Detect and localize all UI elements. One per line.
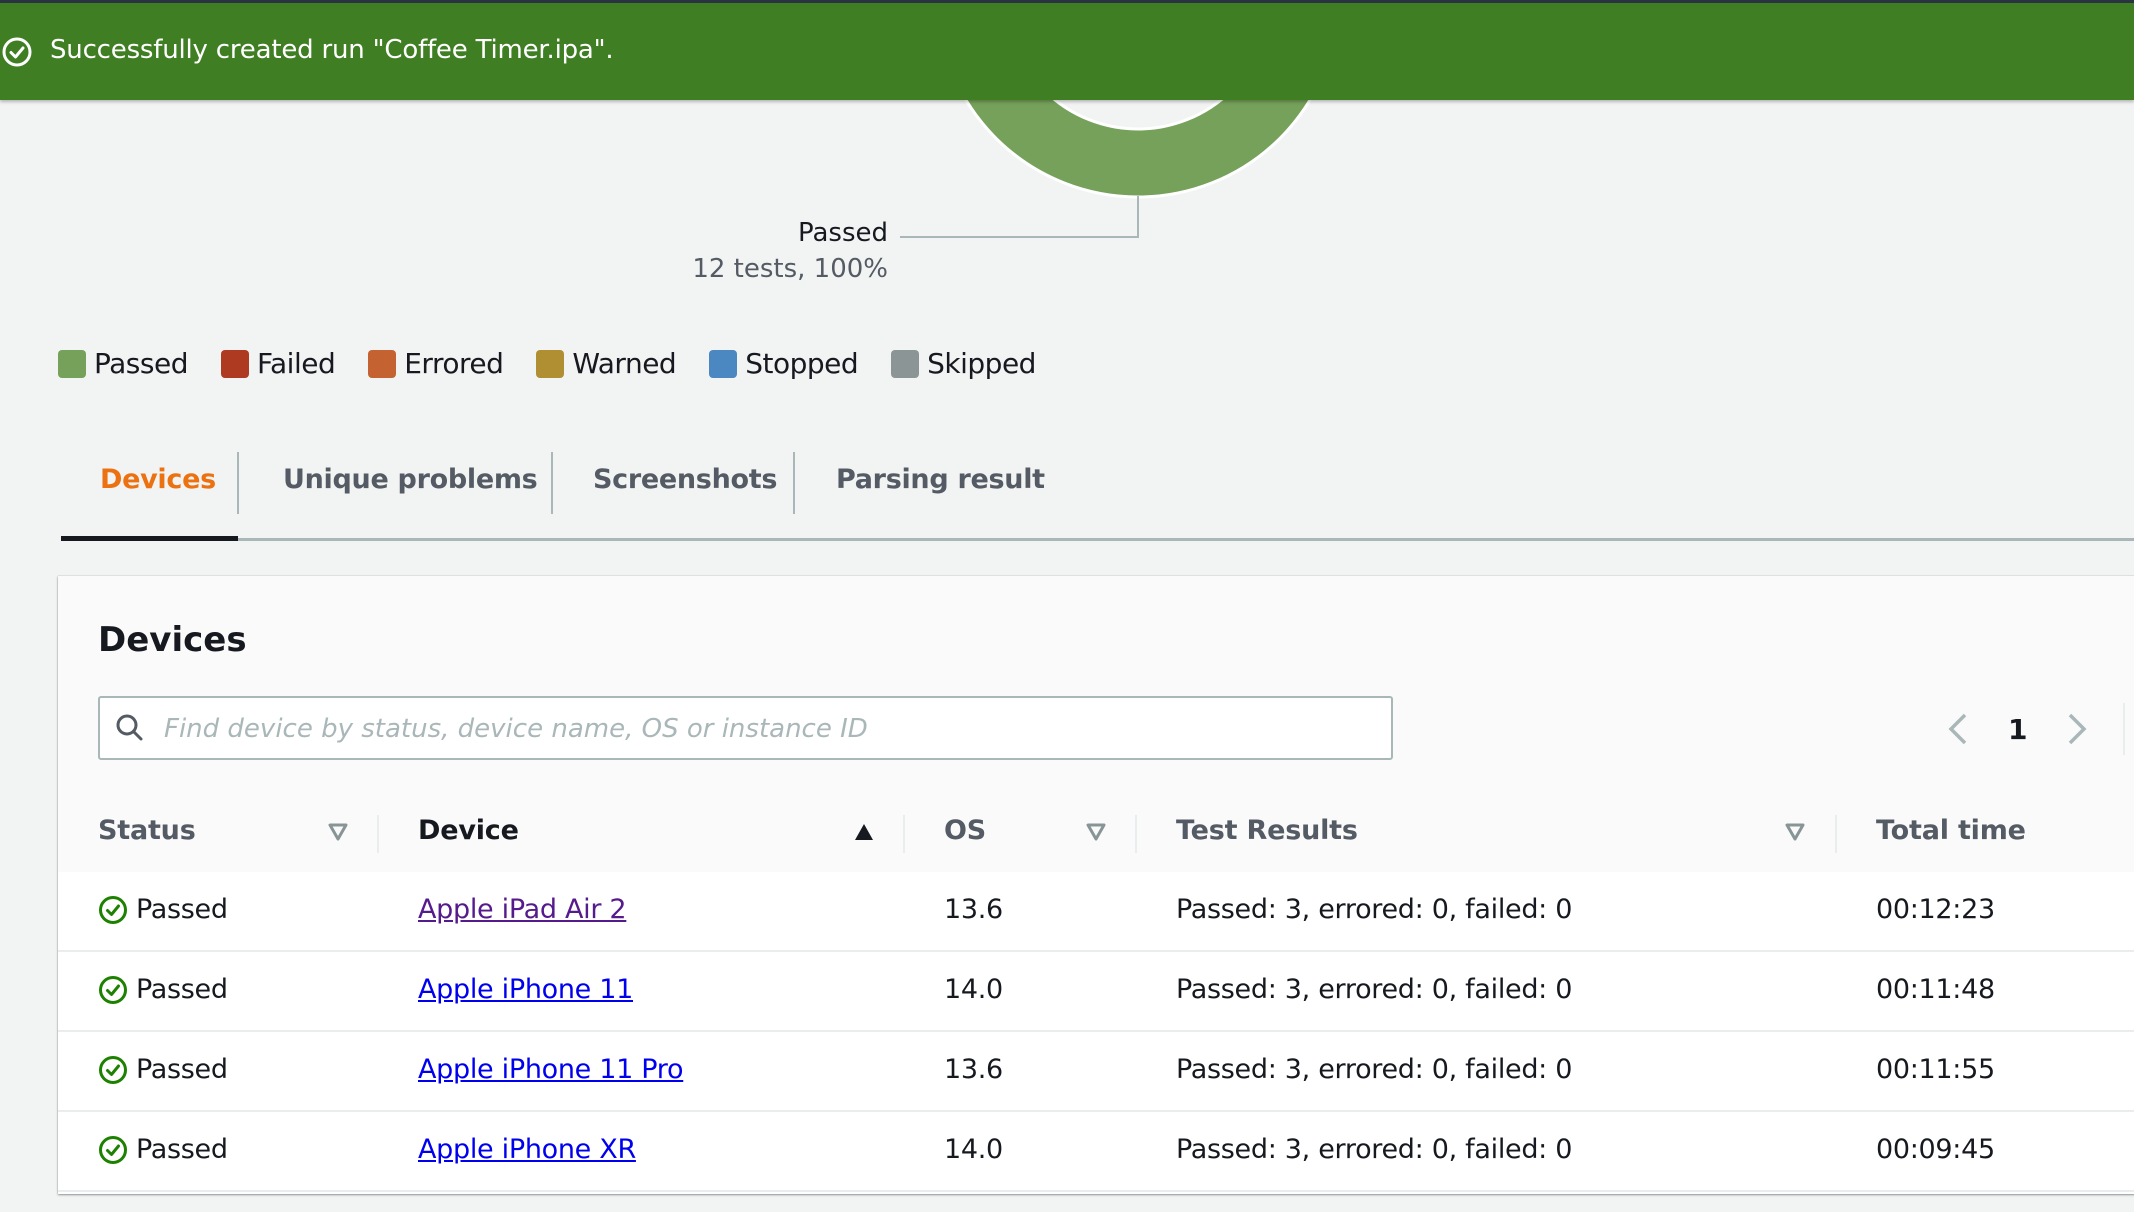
tab-parsing-result[interactable]: Parsing result <box>836 464 1045 495</box>
legend-label: Warned <box>572 347 677 380</box>
status-passed-icon <box>99 975 127 1004</box>
table-row: Passed Apple iPhone XR 14.0 Passed: 3, e… <box>58 1112 2134 1192</box>
table-row: Passed Apple iPad Air 2 13.6 Passed: 3, … <box>58 872 2134 952</box>
legend-swatch <box>220 349 249 378</box>
tab-screenshots[interactable]: Screenshots <box>593 464 777 495</box>
status-text: Passed <box>136 1134 228 1165</box>
tab-unique-problems[interactable]: Unique problems <box>283 464 538 495</box>
column-divider[interactable] <box>903 815 905 853</box>
devices-panel: Devices 1 Status <box>58 576 2134 1194</box>
legend-swatch <box>709 349 738 378</box>
legend-swatch <box>58 349 86 378</box>
device-search-input[interactable] <box>162 706 1366 752</box>
table-row: Passed Apple iPhone 11 Pro 13.6 Passed: … <box>58 1032 2134 1112</box>
chevron-right-icon <box>2069 713 2087 745</box>
os-cell: 14.0 <box>944 974 1003 1005</box>
column-divider[interactable] <box>1135 815 1137 853</box>
table-header: Status Device OS Test Results Total time <box>58 793 2134 874</box>
device-link[interactable]: Apple iPad Air 2 <box>418 894 627 925</box>
legend-swatch <box>536 349 565 378</box>
pagination: 1 <box>1938 702 2126 756</box>
device-search-field[interactable] <box>98 696 1393 760</box>
legend-item-stopped: Stopped <box>709 347 859 380</box>
panel-title: Devices <box>98 620 247 660</box>
status-text: Passed <box>136 1054 228 1085</box>
legend-item-passed: Passed <box>58 347 188 380</box>
legend-item-warned: Warned <box>536 347 677 380</box>
current-page-number[interactable]: 1 <box>2008 713 2027 746</box>
os-cell: 14.0 <box>944 1134 1003 1165</box>
sort-unsorted-icon[interactable] <box>1785 823 1805 841</box>
total-time-cell: 00:12:23 <box>1876 894 1995 925</box>
total-time-cell: 00:11:55 <box>1876 1054 1995 1085</box>
device-cell: Apple iPhone XR <box>418 1134 636 1165</box>
status-text: Passed <box>136 974 228 1005</box>
legend-label: Errored <box>404 347 504 380</box>
previous-page-button[interactable] <box>1938 709 1978 749</box>
test-results-cell: Passed: 3, errored: 0, failed: 0 <box>1176 1134 1573 1165</box>
os-cell: 13.6 <box>944 894 1003 925</box>
column-header-device[interactable]: Device <box>418 815 519 846</box>
total-time-cell: 00:09:45 <box>1876 1134 1995 1165</box>
legend-label: Stopped <box>745 347 859 380</box>
status-cell: Passed <box>98 974 228 1005</box>
status-passed-icon <box>99 1055 127 1084</box>
status-cell: Passed <box>98 1134 228 1165</box>
check-circle-icon <box>2 37 32 67</box>
pagination-divider <box>2123 703 2126 755</box>
device-cell: Apple iPhone 11 <box>418 974 633 1005</box>
devices-panel-header: Devices 1 <box>58 576 2134 795</box>
sort-ascending-icon[interactable] <box>854 823 874 841</box>
column-divider[interactable] <box>377 815 379 853</box>
tab-divider <box>551 452 553 514</box>
next-page-button[interactable] <box>2057 709 2097 749</box>
status-cell: Passed <box>98 1054 228 1085</box>
total-time-cell: 00:11:48 <box>1876 974 1995 1005</box>
sort-unsorted-icon[interactable] <box>1086 823 1106 841</box>
test-results-cell: Passed: 3, errored: 0, failed: 0 <box>1176 974 1573 1005</box>
results-tabs: Devices Unique problems Screenshots Pars… <box>61 452 2134 542</box>
legend-label: Failed <box>256 347 336 380</box>
test-results-cell: Passed: 3, errored: 0, failed: 0 <box>1176 894 1573 925</box>
tabs-baseline <box>61 538 2134 541</box>
column-header-test-results[interactable]: Test Results <box>1176 815 1358 846</box>
tab-divider <box>793 452 795 514</box>
device-cell: Apple iPhone 11 Pro <box>418 1054 684 1085</box>
sort-unsorted-icon[interactable] <box>328 823 348 841</box>
legend-item-skipped: Skipped <box>891 347 1036 380</box>
device-cell: Apple iPad Air 2 <box>418 894 627 925</box>
chevron-left-icon <box>1948 713 1967 745</box>
legend-swatch <box>368 349 397 378</box>
legend-label: Passed <box>94 347 188 380</box>
device-link[interactable]: Apple iPhone 11 Pro <box>418 1054 684 1085</box>
legend-swatch <box>891 349 920 378</box>
chart-legend: Passed Failed Errored Warned Stopped Skipped <box>58 347 1069 380</box>
donut-leader-line <box>900 196 1139 238</box>
test-results-cell: Passed: 3, errored: 0, failed: 0 <box>1176 1054 1573 1085</box>
device-link[interactable]: Apple iPhone XR <box>418 1134 636 1165</box>
column-divider[interactable] <box>1835 815 1837 853</box>
device-link[interactable]: Apple iPhone 11 <box>418 974 633 1005</box>
legend-label: Skipped <box>927 347 1036 380</box>
legend-item-failed: Failed <box>220 347 336 380</box>
column-header-total-time[interactable]: Total time <box>1876 815 2026 846</box>
status-text: Passed <box>136 894 228 925</box>
active-tab-indicator <box>61 536 238 541</box>
success-flash-banner: Successfully created run "Coffee Timer.i… <box>0 0 2134 100</box>
status-cell: Passed <box>98 894 228 925</box>
column-header-status[interactable]: Status <box>98 815 196 846</box>
status-passed-icon <box>99 1135 127 1164</box>
table-row: Passed Apple iPhone 11 14.0 Passed: 3, e… <box>58 952 2134 1032</box>
tab-devices[interactable]: Devices <box>100 464 216 495</box>
search-icon <box>116 714 143 741</box>
status-passed-icon <box>99 895 127 924</box>
column-header-os[interactable]: OS <box>944 815 986 846</box>
os-cell: 13.6 <box>944 1054 1003 1085</box>
legend-item-errored: Errored <box>368 347 504 380</box>
banner-message: Successfully created run "Coffee Timer.i… <box>50 35 614 65</box>
tab-divider <box>237 452 239 514</box>
